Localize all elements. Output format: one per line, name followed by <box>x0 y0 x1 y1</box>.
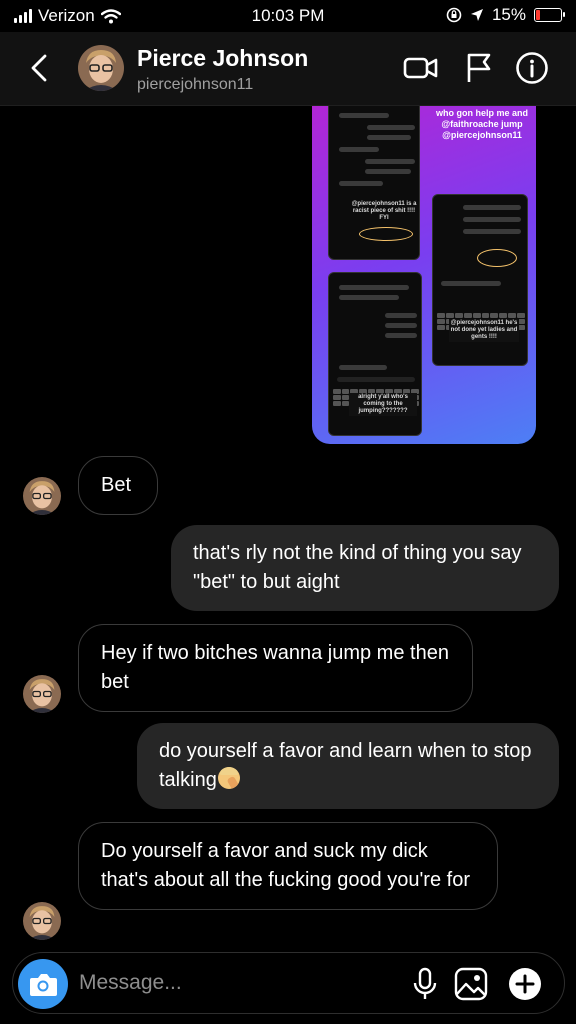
sender-avatar[interactable] <box>23 675 61 713</box>
info-icon[interactable] <box>514 51 550 85</box>
video-call-icon[interactable] <box>403 51 439 85</box>
header-avatar[interactable] <box>78 45 124 91</box>
avatar-face-icon <box>78 45 124 91</box>
avatar-face-icon <box>23 675 61 713</box>
message-incoming[interactable]: Hey if two bitches wanna jump me then be… <box>78 624 473 712</box>
message-text: do yourself a favor and learn when to st… <box>159 740 532 791</box>
sender-avatar[interactable] <box>23 477 61 515</box>
location-arrow-icon <box>470 9 483 21</box>
message-incoming[interactable]: Bet <box>78 456 158 515</box>
story-panel-2-text: @piercejohnson11 he's not done yet ladie… <box>449 319 519 342</box>
message-outgoing[interactable]: do yourself a favor and learn when to st… <box>137 723 559 809</box>
message-input[interactable]: Message... <box>79 971 182 995</box>
battery-percent: 15% <box>491 5 526 24</box>
story-panel-1-text: @piercejohnson11 is a racist piece of sh… <box>351 201 417 221</box>
story-panel-3-text: alright y'all who's coming to the jumpin… <box>349 393 417 416</box>
microphone-icon[interactable] <box>406 965 444 1003</box>
person-facepalming-emoji-icon <box>217 767 240 789</box>
battery-fill <box>536 10 540 20</box>
status-bar: Verizon 10:03 PM 15% <box>0 0 576 32</box>
story-caption: who gon help me and @faithroache jump @p… <box>436 108 528 140</box>
story-screenshot-bottom: alright y'all who's coming to the jumpin… <box>328 272 422 436</box>
battery-icon <box>534 8 565 22</box>
status-right-group: 15% <box>446 5 565 25</box>
back-chevron-icon[interactable] <box>26 52 54 84</box>
chat-header: Pierce Johnson piercejohnson11 <box>0 32 576 106</box>
message-incoming[interactable]: Do yourself a favor and suck my dick tha… <box>78 822 498 910</box>
avatar-face-icon <box>23 902 61 940</box>
rotation-lock-icon <box>446 7 462 23</box>
flag-icon[interactable] <box>460 51 496 85</box>
contact-username[interactable]: piercejohnson11 <box>137 76 253 94</box>
message-composer: Message... <box>12 952 565 1014</box>
camera-button[interactable] <box>18 959 68 1009</box>
contact-name[interactable]: Pierce Johnson <box>137 45 308 72</box>
story-screenshot-right: @piercejohnson11 he's not done yet ladie… <box>432 194 528 366</box>
shared-story-image[interactable]: who gon help me and @faithroache jump @p… <box>312 106 536 444</box>
story-screenshot-left: @piercejohnson11 is a racist piece of sh… <box>328 106 420 260</box>
sender-avatar[interactable] <box>23 902 61 940</box>
avatar-face-icon <box>23 477 61 515</box>
message-outgoing[interactable]: that's rly not the kind of thing you say… <box>171 525 559 611</box>
gallery-icon[interactable] <box>452 965 490 1003</box>
camera-icon <box>30 974 57 996</box>
plus-icon[interactable] <box>506 965 544 1003</box>
